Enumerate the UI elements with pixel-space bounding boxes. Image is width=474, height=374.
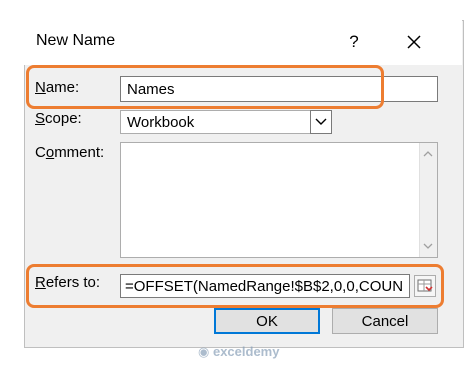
ok-button-label: OK bbox=[256, 312, 278, 330]
name-label: Name: bbox=[35, 79, 80, 96]
cancel-button[interactable]: Cancel bbox=[332, 308, 438, 334]
watermark-text: exceldemy bbox=[212, 344, 280, 359]
range-selector-icon bbox=[417, 279, 433, 292]
name-input[interactable]: Names bbox=[120, 76, 438, 102]
scope-select-value: Workbook bbox=[127, 113, 195, 131]
refers-to-label: Refers to: bbox=[35, 274, 101, 291]
watermark: ◉ exceldemy bbox=[198, 344, 279, 360]
chevron-down-icon[interactable] bbox=[420, 239, 436, 253]
chevron-up-icon[interactable] bbox=[420, 147, 436, 161]
dialog-title: New Name bbox=[36, 32, 116, 49]
chevron-down-icon bbox=[315, 118, 327, 125]
title-bar: New Name ? bbox=[24, 20, 462, 65]
scope-label: Scope: bbox=[35, 110, 82, 127]
ok-button[interactable]: OK bbox=[214, 308, 320, 334]
close-icon bbox=[407, 35, 421, 49]
comment-label: Comment: bbox=[35, 144, 105, 161]
refers-to-input-value: =OFFSET(NamedRange!$B$2,0,0,COUN bbox=[125, 277, 404, 295]
comment-scrollbar[interactable] bbox=[419, 143, 437, 257]
range-selector-button[interactable] bbox=[414, 275, 436, 297]
help-button[interactable]: ? bbox=[344, 30, 364, 54]
cancel-button-label: Cancel bbox=[361, 312, 409, 330]
scope-select[interactable]: Workbook bbox=[120, 110, 332, 134]
refers-to-input[interactable]: =OFFSET(NamedRange!$B$2,0,0,COUN bbox=[120, 274, 410, 298]
close-button[interactable] bbox=[398, 26, 430, 58]
name-input-value: Names bbox=[127, 80, 175, 98]
comment-textarea[interactable] bbox=[120, 142, 438, 258]
scope-dropdown-button[interactable] bbox=[310, 110, 332, 134]
watermark-logo-icon: ◉ bbox=[198, 344, 210, 359]
